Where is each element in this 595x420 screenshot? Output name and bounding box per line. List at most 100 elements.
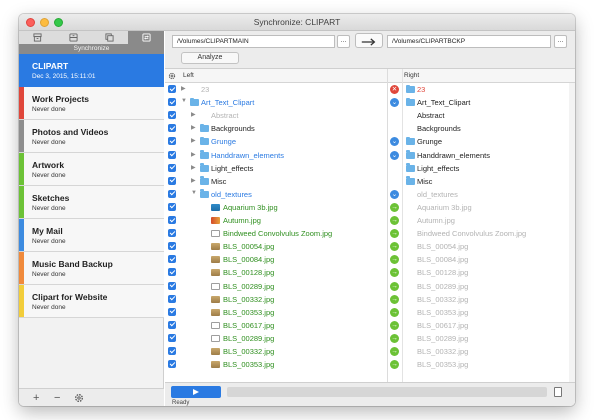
row-checkbox[interactable]	[168, 333, 176, 342]
merge-action-icon[interactable]: ⌄	[390, 150, 399, 160]
row-checkbox[interactable]	[168, 242, 176, 251]
row-checkbox[interactable]	[168, 124, 176, 133]
profile-item[interactable]: Artwork Never done	[19, 153, 164, 186]
table-row[interactable]: Bindweed Convolvulus Zoom.jpg → Bindweed C…	[165, 227, 575, 240]
table-row[interactable]: ▶ Misc Misc	[165, 175, 575, 188]
left-column-header[interactable]: Left	[183, 72, 194, 79]
row-checkbox[interactable]	[168, 255, 176, 264]
merge-action-icon[interactable]: ⌄	[390, 137, 399, 147]
copy-right-action-icon[interactable]: →	[390, 333, 399, 343]
profile-item[interactable]: Photos and Videos Never done	[19, 120, 164, 153]
table-row[interactable]: ▶ Light_effects Light_effects	[165, 162, 575, 175]
merge-action-icon[interactable]: ⌄	[390, 189, 399, 199]
profile-item[interactable]: Clipart for Website Never done	[19, 285, 164, 318]
scrollbar[interactable]	[569, 83, 575, 382]
disclosure-closed-icon[interactable]: ▶	[181, 85, 186, 92]
table-row[interactable]: ▶ Backgrounds Backgrounds	[165, 122, 575, 135]
add-profile-button[interactable]: +	[33, 392, 39, 404]
profile-item[interactable]: Music Band Backup Never done	[19, 252, 164, 285]
row-checkbox[interactable]	[168, 137, 176, 146]
copy-right-action-icon[interactable]: →	[390, 347, 399, 356]
table-row[interactable]: BLS_00353.jpg → BLS_00353.jpg	[165, 306, 575, 319]
backup-tab[interactable]	[55, 31, 91, 44]
log-icon[interactable]	[554, 387, 562, 397]
row-checkbox[interactable]	[168, 189, 176, 198]
table-row[interactable]: ▶ Grunge ⌄ Grunge	[165, 135, 575, 148]
row-checkbox[interactable]	[168, 111, 176, 120]
disclosure-closed-icon[interactable]: ▶	[191, 137, 196, 144]
row-checkbox[interactable]	[168, 98, 176, 107]
row-checkbox[interactable]	[168, 176, 176, 185]
table-row[interactable]: BLS_00617.jpg → BLS_00617.jpg	[165, 319, 575, 332]
row-checkbox[interactable]	[168, 281, 176, 290]
disclosure-open-icon[interactable]: ▼	[181, 98, 187, 104]
row-checkbox[interactable]	[168, 150, 176, 159]
disclosure-closed-icon[interactable]: ▶	[191, 124, 196, 131]
table-row[interactable]: BLS_00054.jpg → BLS_00054.jpg	[165, 240, 575, 253]
copy-right-action-icon[interactable]: →	[390, 281, 399, 291]
copy-right-action-icon[interactable]: →	[390, 255, 399, 265]
row-checkbox[interactable]	[168, 347, 176, 355]
table-row[interactable]: Aquarium 3b.jpg → Aquarium 3b.jpg	[165, 201, 575, 214]
row-checkbox[interactable]	[168, 307, 176, 316]
profile-item[interactable]: Sketches Never done	[19, 186, 164, 219]
synchronize-tab[interactable]	[128, 31, 164, 44]
left-item-name: Art_Text_Clipart	[201, 98, 255, 108]
row-checkbox[interactable]	[168, 268, 176, 277]
copy-right-action-icon[interactable]: →	[390, 268, 399, 278]
table-row[interactable]: ▶ 23 ✕ 23	[165, 83, 575, 96]
row-checkbox[interactable]	[168, 229, 176, 238]
row-checkbox[interactable]	[168, 85, 176, 93]
table-row[interactable]: BLS_00332.jpg → BLS_00332.jpg	[165, 293, 575, 306]
table-row[interactable]: Autumn.jpg → Autumn.jpg	[165, 214, 575, 227]
gear-icon[interactable]	[74, 393, 84, 403]
copy-right-action-icon[interactable]: →	[390, 216, 399, 225]
table-row[interactable]: ▼ old_textures ⌄ old_textures	[165, 188, 575, 201]
table-row[interactable]: BLS_00353.jpg → BLS_00353.jpg	[165, 358, 575, 371]
table-row[interactable]: BLS_00128.jpg → BLS_00128.jpg	[165, 266, 575, 279]
left-browse-button[interactable]: ...	[337, 35, 350, 48]
right-path-field[interactable]: /Volumes/CLIPARTBCKP	[387, 35, 551, 48]
table-row[interactable]: ▶ Abstract Abstract	[165, 109, 575, 122]
profile-item[interactable]: Work Projects Never done	[19, 87, 164, 120]
table-row[interactable]: BLS_00332.jpg → BLS_00332.jpg	[165, 345, 575, 358]
conflict-action-icon[interactable]: ✕	[390, 85, 399, 94]
row-checkbox[interactable]	[168, 320, 176, 329]
direction-button[interactable]	[355, 33, 383, 48]
archive-tab[interactable]	[19, 31, 55, 44]
copy-right-action-icon[interactable]: →	[390, 229, 399, 239]
row-checkbox[interactable]	[168, 202, 176, 211]
copy-right-action-icon[interactable]: →	[390, 320, 399, 330]
merge-action-icon[interactable]: ⌄	[390, 98, 399, 108]
row-checkbox[interactable]	[168, 360, 176, 369]
right-column-header[interactable]: Right	[404, 72, 419, 79]
row-checkbox[interactable]	[168, 216, 176, 224]
disclosure-closed-icon[interactable]: ▶	[191, 111, 196, 118]
copy-right-action-icon[interactable]: →	[390, 202, 399, 212]
profile-item[interactable]: My Mail Never done	[19, 219, 164, 252]
row-checkbox[interactable]	[168, 294, 176, 303]
left-path-field[interactable]: /Volumes/CLIPARTMAIN	[172, 35, 335, 48]
copy-right-action-icon[interactable]: →	[390, 242, 399, 252]
gear-icon[interactable]	[168, 72, 176, 80]
table-row[interactable]: ▼ Art_Text_Clipart ⌄ Art_Text_Clipart	[165, 96, 575, 109]
table-row[interactable]: BLS_00289.jpg → BLS_00289.jpg	[165, 280, 575, 293]
copy-right-action-icon[interactable]: →	[390, 360, 399, 370]
copy-tab[interactable]	[91, 31, 127, 44]
table-row[interactable]: BLS_00084.jpg → BLS_00084.jpg	[165, 253, 575, 266]
row-checkbox[interactable]	[168, 163, 176, 172]
synchronize-button[interactable]	[171, 386, 221, 398]
table-row[interactable]: ▶ Handdrawn_elements ⌄ Handdrawn_elements	[165, 149, 575, 162]
copy-right-action-icon[interactable]: →	[390, 294, 399, 304]
table-row[interactable]: BLS_00289.jpg → BLS_00289.jpg	[165, 332, 575, 345]
right-browse-button[interactable]: ...	[554, 35, 567, 48]
disclosure-open-icon[interactable]: ▼	[191, 190, 197, 196]
analyze-button[interactable]: Analyze	[181, 52, 239, 64]
profile-name: Photos and Videos	[32, 127, 109, 137]
disclosure-closed-icon[interactable]: ▶	[191, 177, 196, 184]
profile-item[interactable]: CLIPART Dec 3, 2015, 15:11:01	[19, 54, 164, 87]
disclosure-closed-icon[interactable]: ▶	[191, 164, 196, 171]
copy-right-action-icon[interactable]: →	[390, 307, 399, 317]
disclosure-closed-icon[interactable]: ▶	[191, 151, 196, 158]
remove-profile-button[interactable]: −	[54, 392, 60, 404]
